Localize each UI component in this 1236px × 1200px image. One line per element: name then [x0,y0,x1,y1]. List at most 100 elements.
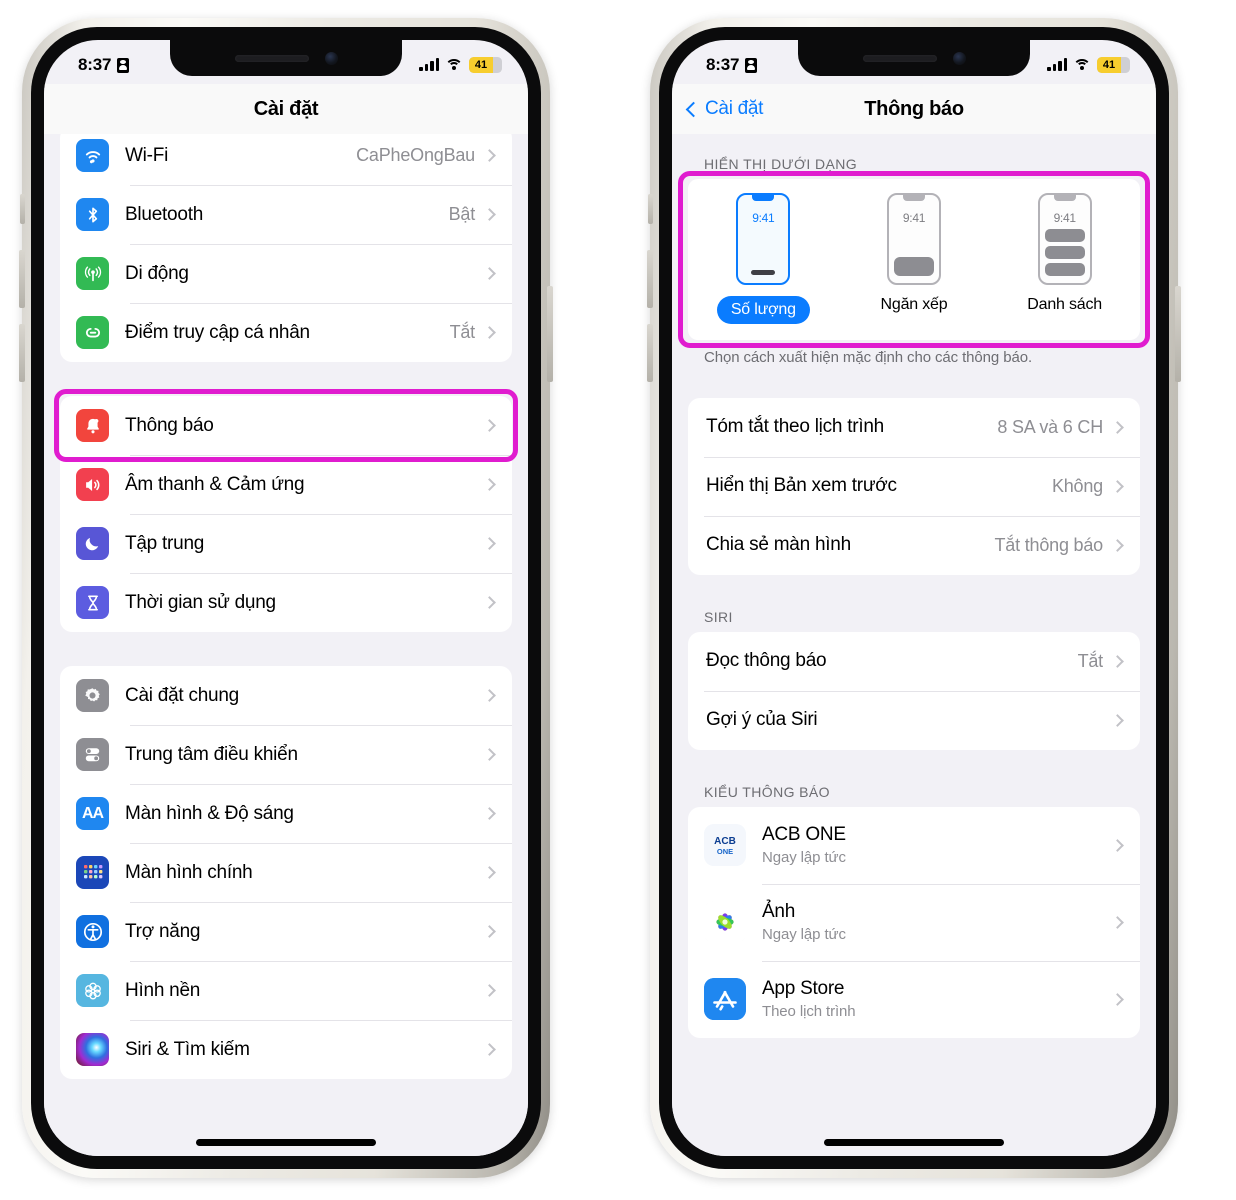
display-as-picker: 9:41 Số lượng 9:41 Ngăn xếp 9:41 Danh sá… [688,179,1140,340]
chevron-right-icon [483,537,496,550]
volume-up-button[interactable] [19,250,25,308]
notifications-scroll-area[interactable]: HIỂN THỊ DƯỚI DẠNG 9:41 Số lượng 9:41 Ng… [672,134,1156,1156]
display-option-list[interactable]: 9:41 Danh sách [990,193,1139,314]
sound-haptics-icon [76,468,109,501]
sidebar-item-control-center[interactable]: Trung tâm điều khiển [60,725,512,784]
status-bar-left: 8:37 [78,55,130,75]
wallpaper-icon [76,974,109,1007]
sidebar-item-home-screen[interactable]: Màn hình chính [60,843,512,902]
home-indicator[interactable] [824,1139,1004,1146]
section-header-notification-style: KIỂU THÔNG BÁO [704,783,830,800]
chevron-right-icon [483,149,496,162]
left-phone-device: 8:37 41 Cài đặt Wi-Fi CaPheOngBau Blueto… [19,18,553,1178]
sidebar-item-screentime[interactable]: Thời gian sử dụng [60,573,512,632]
sidebar-item-accessibility[interactable]: Trợ năng [60,902,512,961]
left-nav-bar: Cài đặt [44,84,528,134]
wifi-icon [1073,58,1091,72]
siri-search-icon [76,1033,109,1066]
mute-switch[interactable] [648,194,653,224]
app-row-text: ACB ONE Ngay lập tức [762,824,1113,866]
volume-down-button[interactable] [19,324,25,382]
sidebar-item-sounds[interactable]: Âm thanh & Cảm ứng [60,455,512,514]
app-row-text: App Store Theo lịch trình [762,978,1113,1020]
sidebar-item-hotspot[interactable]: Điểm truy cập cá nhân Tắt [60,303,512,362]
right-phone-device: 8:37 41 Cài đặt Thông báo HIỂN THỊ DƯỚI … [647,18,1181,1178]
sidebar-item-bluetooth[interactable]: Bluetooth Bật [60,185,512,244]
home-indicator[interactable] [196,1139,376,1146]
sidebar-item-wifi[interactable]: Wi-Fi CaPheOngBau [60,126,512,185]
sidebar-item-label: Âm thanh & Cảm ứng [125,473,305,495]
row-screen-sharing[interactable]: Chia sẻ màn hình Tắt thông báo [688,515,1140,575]
chevron-right-icon [483,478,496,491]
app-row-app-store[interactable]: App Store Theo lịch trình [688,960,1140,1038]
battery-indicator: 41 [469,57,502,73]
status-bar-left: 8:37 [706,55,758,75]
sidebar-item-focus[interactable]: Tập trung [60,514,512,573]
page-title: Cài đặt [253,97,319,120]
wifi-icon [445,58,463,72]
front-camera-icon [952,51,966,65]
svg-text:ACB: ACB [714,836,736,847]
app-delivery-mode: Ngay lập tức [762,926,846,943]
right-nav-bar: Cài đặt Thông báo [672,84,1156,134]
row-siri-suggestions[interactable]: Gợi ý của Siri [688,690,1140,750]
display-option-stack[interactable]: 9:41 Ngăn xếp [839,193,988,314]
settings-group-notifications: Thông báo Âm thanh & Cảm ứng Tập trung T… [60,396,512,632]
volume-down-button[interactable] [647,324,653,382]
app-name: Ảnh [762,901,796,922]
chevron-right-icon [483,596,496,609]
display-option-count[interactable]: 9:41 Số lượng [689,193,838,324]
status-bar-right: 41 [1047,57,1130,73]
app-delivery-mode: Ngay lập tức [762,849,846,866]
mini-phone-count-preview: 9:41 [736,193,791,285]
mini-count-badge [751,270,776,275]
row-announce-notifications[interactable]: Đọc thông báo Tắt [688,632,1140,691]
row-value: Không [1051,475,1103,496]
row-value: 8 SA và 6 CH [997,416,1103,437]
back-button[interactable]: Cài đặt [685,98,763,120]
chevron-right-icon [483,208,496,221]
sidebar-item-label: Tập trung [125,532,205,554]
notch [170,40,402,76]
battery-percent: 41 [474,59,488,71]
settings-scroll-area[interactable]: Wi-Fi CaPheOngBau Bluetooth Bật Di động … [44,126,528,1156]
sidebar-item-value: Tắt [449,322,476,342]
sidebar-item-label: Trợ năng [125,920,201,942]
mini-time: 9:41 [752,211,775,225]
mute-switch[interactable] [20,194,25,224]
section-header-siri: SIRI [704,608,733,625]
row-value: Tắt [1077,650,1104,671]
sidebar-item-label: Trung tâm điều khiển [125,743,298,765]
chevron-right-icon [483,807,496,820]
mini-phone-stack-preview: 9:41 [886,193,941,285]
power-button[interactable] [547,286,553,382]
power-button[interactable] [1175,286,1181,382]
mini-time: 9:41 [902,211,926,225]
display-as-picker-wrap: 9:41 Số lượng 9:41 Ngăn xếp 9:41 Danh sá… [672,171,1156,348]
siri-group: Đọc thông báo Tắt Gợi ý của Siri [688,631,1140,750]
screenshot-root: 8:37 41 Cài đặt Wi-Fi CaPheOngBau Blueto… [0,0,1236,1200]
section-header-display-as: HIỂN THỊ DƯỚI DẠNG [704,156,858,172]
app-row-acb-one[interactable]: ACB ONE ACB ONE Ngay lập tức [688,807,1140,884]
clock-time: 8:37 [706,55,740,74]
row-show-previews[interactable]: Hiển thị Bản xem trước Không [688,456,1140,516]
chevron-right-icon [1111,538,1124,552]
sidebar-item-cellular[interactable]: Di động [60,244,512,303]
sidebar-item-siri-search[interactable]: Siri & Tìm kiếm [60,1020,512,1079]
sidebar-item-notifications[interactable]: Thông báo [60,396,512,455]
mini-list-cards [1044,229,1085,276]
home-screen-icon [76,856,109,889]
sidebar-item-label: Màn hình & Độ sáng [125,802,294,824]
sidebar-item-general[interactable]: Cài đặt chung [60,666,512,725]
app-row-photos[interactable]: Ảnh Ngay lập tức [688,883,1140,961]
sidebar-item-display[interactable]: AA Màn hình & Độ sáng [60,784,512,843]
battery-percent: 41 [1102,59,1116,71]
chevron-right-icon [1111,838,1124,852]
volume-up-button[interactable] [647,250,653,308]
accessibility-icon [76,915,109,948]
sidebar-item-wallpaper[interactable]: Hình nền [60,961,512,1020]
earpiece-speaker-icon [234,54,309,62]
row-scheduled-summary[interactable]: Tóm tắt theo lịch trình 8 SA và 6 CH [688,398,1140,457]
right-phone-screen: 8:37 41 Cài đặt Thông báo HIỂN THỊ DƯỚI … [672,40,1156,1156]
chevron-right-icon [1111,915,1124,929]
